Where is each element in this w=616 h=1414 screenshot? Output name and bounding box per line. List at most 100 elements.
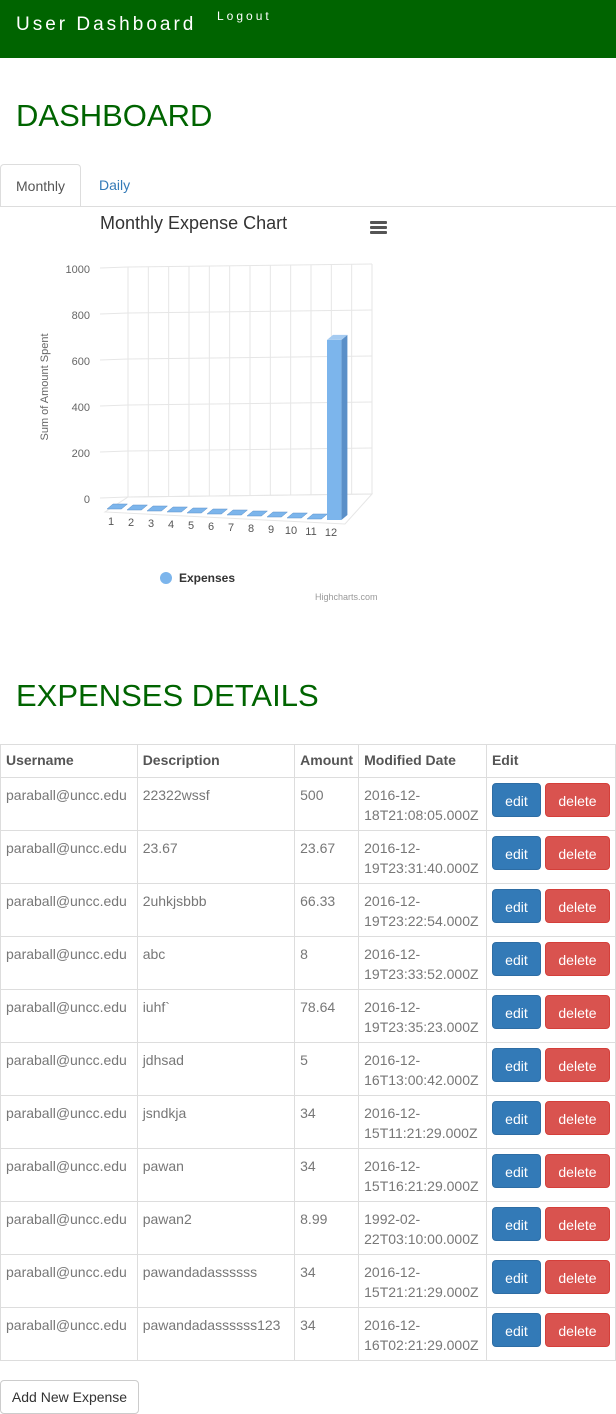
edit-button[interactable]: edit (491, 1313, 541, 1347)
delete-button[interactable]: delete (544, 1313, 610, 1347)
expenses-title: EXPENSES DETAILS (16, 678, 319, 713)
edit-button[interactable]: edit (491, 995, 541, 1029)
edit-button[interactable]: edit (491, 1260, 541, 1294)
cell-actions: edit delete (485, 830, 616, 884)
header-amount: Amount (294, 744, 360, 778)
bar-7[interactable] (226, 509, 249, 516)
cell-username: paraball@uncc.edu (0, 777, 138, 831)
table-row: paraball@uncc.edu 22322wssf 500 2016-12- 18T… (0, 777, 616, 831)
bar-1[interactable] (106, 503, 129, 510)
delete-button[interactable]: delete (544, 1048, 610, 1082)
cell-description: pawandadassssss123 (136, 1307, 296, 1361)
edit-button[interactable]: edit (491, 1154, 541, 1188)
cell-actions: edit delete (485, 1095, 616, 1149)
cell-amount: 34 (294, 1095, 360, 1149)
delete-button[interactable]: delete (544, 783, 610, 817)
edit-button[interactable]: edit (491, 783, 541, 817)
x-tick-label: 5 (188, 520, 194, 532)
x-tick-label: 1 (108, 516, 114, 528)
cell-modified-date: 1992-02- 22T03:10:00.000Z (358, 1201, 487, 1255)
date-part-1: 2016-12- (364, 946, 421, 962)
delete-button[interactable]: delete (544, 836, 610, 870)
table-row: paraball@uncc.edu pawandadassssss 34 2016-1… (0, 1254, 616, 1308)
bar-5[interactable] (186, 507, 209, 514)
y-tick-label: 800 (72, 310, 90, 322)
cell-username: paraball@uncc.edu (0, 989, 138, 1043)
cell-username: paraball@uncc.edu (0, 1042, 138, 1096)
legend-marker[interactable] (160, 572, 172, 584)
x-tick-label: 8 (248, 523, 254, 535)
chart-credits[interactable]: Highcharts.com (315, 592, 378, 602)
cell-username: paraball@uncc.edu (0, 830, 138, 884)
table-row: paraball@uncc.edu jsndkja 34 2016-12- 15T11:… (0, 1095, 616, 1149)
bar-4[interactable] (166, 506, 189, 513)
delete-button[interactable]: delete (544, 942, 610, 976)
cell-username: paraball@uncc.edu (0, 1307, 138, 1361)
cell-modified-date: 2016-12- 16T13:00:42.000Z (358, 1042, 487, 1096)
delete-button[interactable]: delete (544, 889, 610, 923)
date-part-1: 2016-12- (364, 1105, 421, 1121)
date-part-2: 15T21:21:29.000Z (364, 1284, 479, 1300)
date-part-1: 2016-12- (364, 999, 421, 1015)
cell-amount: 500 (294, 777, 360, 831)
tab-monthly[interactable]: Monthly (0, 164, 81, 207)
cell-actions: edit delete (485, 1148, 616, 1202)
x-tick-label: 9 (268, 524, 274, 536)
date-part-2: 16T13:00:42.000Z (364, 1072, 479, 1088)
logout-link[interactable]: Logout (217, 9, 272, 23)
bar-2[interactable] (126, 504, 149, 511)
cell-username: paraball@uncc.edu (0, 1095, 138, 1149)
delete-button[interactable]: delete (544, 1101, 610, 1135)
delete-button[interactable]: delete (544, 1207, 610, 1241)
table-row: paraball@uncc.edu abc 8 2016-12- 19T23:33:52… (0, 936, 616, 990)
edit-button[interactable]: edit (491, 836, 541, 870)
y-tick-label: 0 (84, 494, 90, 506)
cell-description: abc (136, 936, 296, 990)
table-row: paraball@uncc.edu jdhsad 5 2016-12- 16T13:00… (0, 1042, 616, 1096)
edit-button[interactable]: edit (491, 1207, 541, 1241)
cell-modified-date: 2016-12- 16T02:21:29.000Z (358, 1307, 487, 1361)
bar-8[interactable] (246, 510, 269, 517)
delete-button[interactable]: delete (544, 995, 610, 1029)
edit-button[interactable]: edit (491, 1048, 541, 1082)
cell-amount: 23.67 (294, 830, 360, 884)
page-title: DASHBOARD (16, 98, 213, 133)
edit-button[interactable]: edit (491, 1101, 541, 1135)
y-tick-label: 1000 (66, 264, 90, 276)
cell-username: paraball@uncc.edu (0, 1201, 138, 1255)
bar-9[interactable] (266, 511, 289, 518)
tab-daily[interactable]: Daily (84, 164, 145, 206)
cell-description: 22322wssf (136, 777, 296, 831)
cell-amount: 78.64 (294, 989, 360, 1043)
cell-username: paraball@uncc.edu (0, 883, 138, 937)
cell-modified-date: 2016-12- 15T21:21:29.000Z (358, 1254, 487, 1308)
cell-username: paraball@uncc.edu (0, 1254, 138, 1308)
cell-description: 23.67 (136, 830, 296, 884)
bar-10[interactable] (286, 512, 309, 519)
legend-label[interactable]: Expenses (179, 571, 235, 585)
cell-modified-date: 2016-12- 19T23:22:54.000Z (358, 883, 487, 937)
y-tick-label: 400 (72, 402, 90, 414)
add-new-expense-button[interactable]: Add New Expense (0, 1380, 139, 1414)
table-header-row: Username Description Amount Modified Dat… (0, 744, 616, 778)
date-part-2: 19T23:33:52.000Z (364, 966, 479, 982)
header-modified-date: Modified Date (358, 744, 487, 778)
bar-6[interactable] (206, 508, 229, 515)
edit-button[interactable]: edit (491, 889, 541, 923)
cell-modified-date: 2016-12- 15T11:21:29.000Z (358, 1095, 487, 1149)
bar-11[interactable] (306, 513, 329, 520)
date-part-2: 19T23:22:54.000Z (364, 913, 479, 929)
gridline (99, 450, 129, 453)
bar-3[interactable] (146, 505, 169, 512)
delete-button[interactable]: delete (544, 1154, 610, 1188)
bar-12[interactable] (327, 334, 348, 520)
gridline (99, 358, 129, 361)
table-row: paraball@uncc.edu iuhf` 78.64 2016-12- 19T23… (0, 989, 616, 1043)
y-tick-label: 200 (72, 448, 90, 460)
brand-title[interactable]: User Dashboard (16, 14, 196, 36)
delete-button[interactable]: delete (544, 1260, 610, 1294)
cell-description: pawan2 (136, 1201, 296, 1255)
edit-button[interactable]: edit (491, 942, 541, 976)
table-row: paraball@uncc.edu 23.67 23.67 2016-12- 19T23… (0, 830, 616, 884)
x-tick-label: 4 (168, 519, 174, 531)
